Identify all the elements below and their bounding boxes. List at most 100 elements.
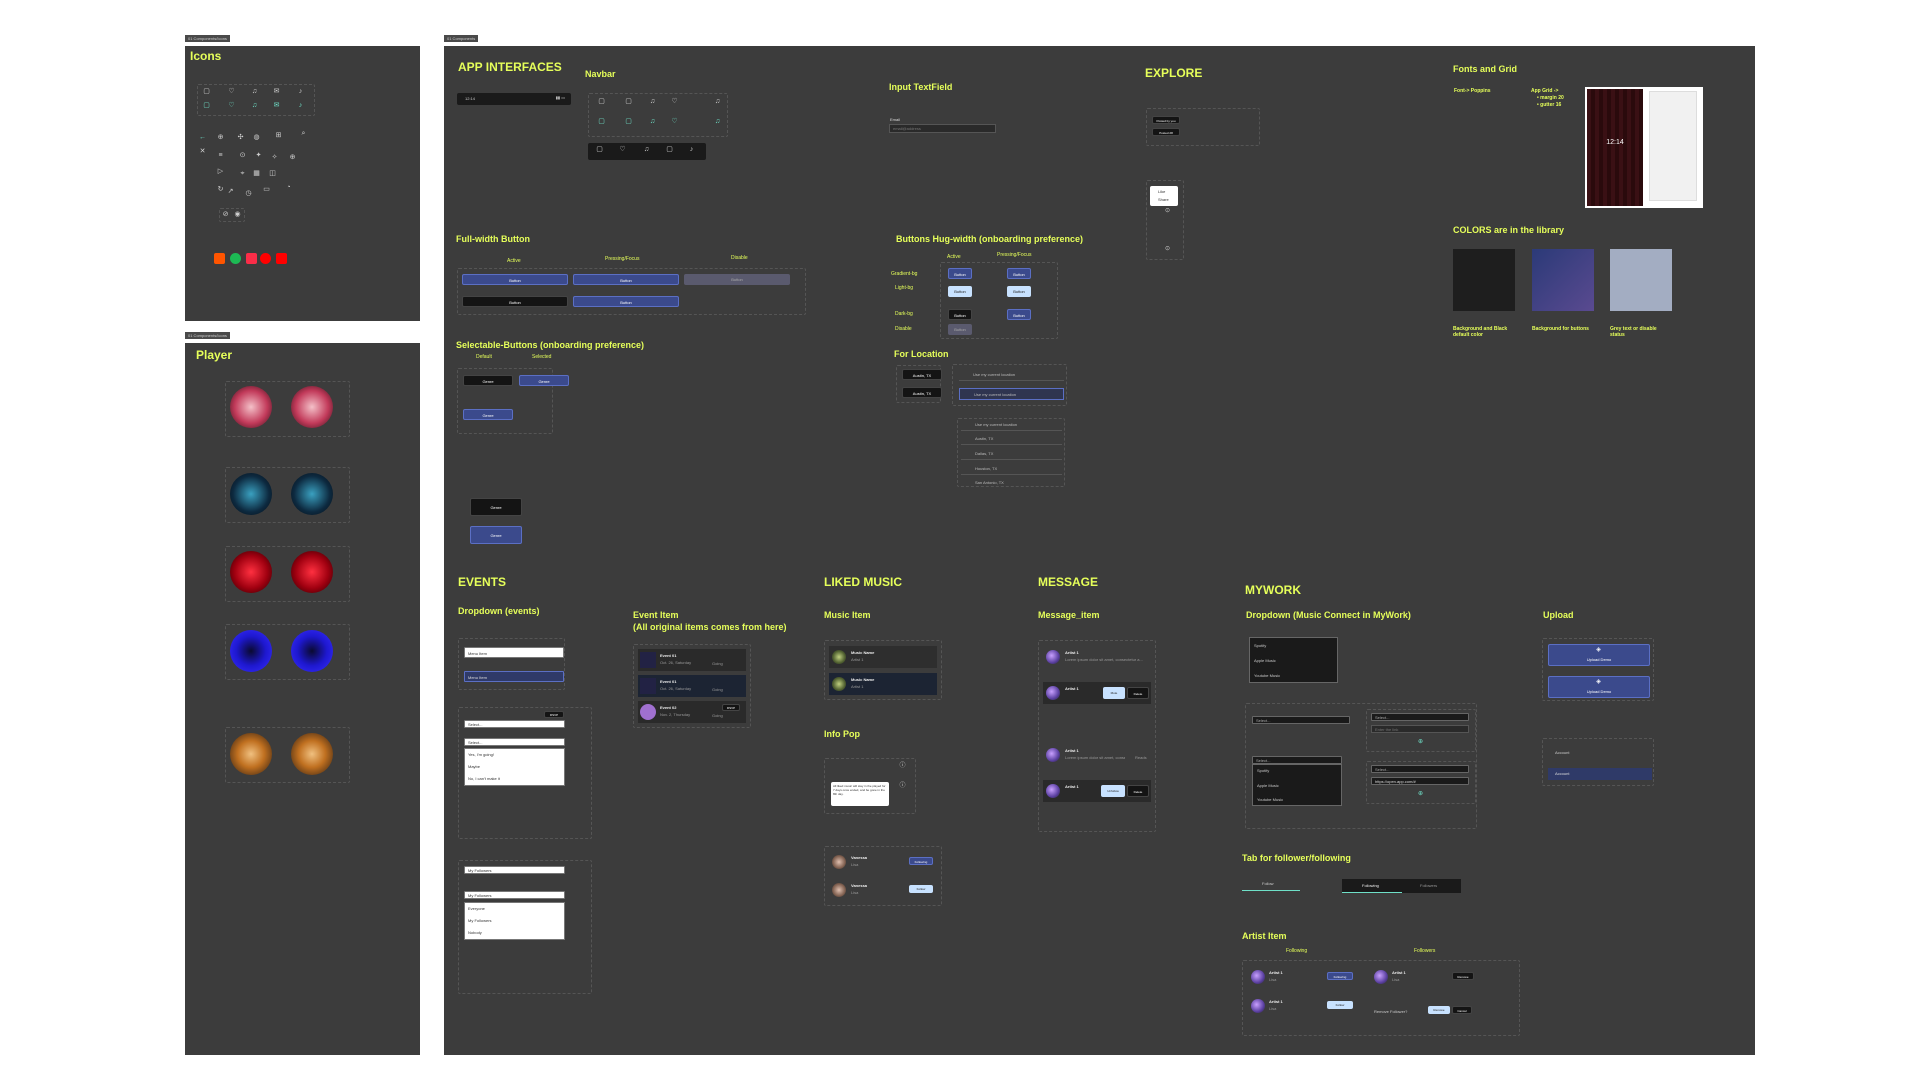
service-option[interactable]: Spotify: [1254, 643, 1266, 648]
hug-button-dark-focus[interactable]: Button: [1007, 309, 1031, 320]
menu-item[interactable]: Menu Item: [464, 647, 564, 658]
genre-music-button-selected[interactable]: Genre: [470, 526, 522, 544]
player-disc-pause[interactable]: [291, 733, 333, 775]
service-select[interactable]: Select...: [1371, 765, 1469, 773]
music-icon[interactable]: ♫: [643, 146, 650, 153]
info-icon[interactable]: ⓘ: [899, 763, 906, 770]
heart-icon[interactable]: ♡: [619, 146, 626, 153]
chat-icon[interactable]: ▢: [598, 98, 605, 105]
service-select-open[interactable]: Select...: [1252, 756, 1342, 764]
hug-button-gradient[interactable]: Button: [948, 268, 972, 279]
posted-by-you-chip[interactable]: Posted by you: [1152, 116, 1180, 124]
music-note-icon[interactable]: ♪: [688, 146, 695, 153]
email-field[interactable]: [889, 124, 996, 133]
delete-button[interactable]: Delete: [1127, 687, 1149, 699]
event-item[interactable]: Event 01 Oct. 26, Saturday Going: [638, 649, 746, 671]
event-item-selected[interactable]: Event 01 Oct. 26, Saturday Going: [638, 675, 746, 697]
message-item-swiped[interactable]: Artist 1 Unfollow Delete: [1043, 780, 1151, 802]
follow-item[interactable]: Vanessa Lisa Following: [829, 851, 937, 873]
service-option[interactable]: Youtube Music: [1254, 673, 1280, 678]
following-button[interactable]: Following: [909, 857, 933, 865]
follow-button[interactable]: Follow: [1327, 1001, 1353, 1009]
rsvp-select[interactable]: Select...: [464, 720, 565, 728]
location-item[interactable]: Austin, TX: [961, 433, 1062, 445]
rsvp-option[interactable]: No, I can't make it: [468, 776, 500, 781]
delete-button[interactable]: Delete: [1127, 785, 1149, 797]
account-row[interactable]: Account: [1555, 750, 1569, 755]
use-current-location-row-selected[interactable]: Use my current location: [959, 388, 1064, 400]
player-disc-play[interactable]: [230, 473, 272, 515]
unfollow-button[interactable]: Unfollow: [1101, 785, 1125, 797]
music-item-selected[interactable]: Music Name Artist 1: [829, 673, 937, 695]
heart-icon[interactable]: ♡: [671, 98, 678, 105]
heart-active-icon[interactable]: ♡: [671, 118, 678, 125]
like-menu-item[interactable]: Like: [1158, 189, 1165, 194]
follow-button[interactable]: Follow: [909, 885, 933, 893]
genre-music-button[interactable]: Genre: [470, 498, 522, 516]
location-item[interactable]: Dallas, TX: [961, 448, 1062, 460]
music-icon[interactable]: ♫: [714, 98, 721, 105]
dots-circle-icon[interactable]: ⊙: [1164, 208, 1171, 215]
followers-option[interactable]: My Followers: [468, 918, 492, 923]
chat-icon[interactable]: ▢: [596, 146, 603, 153]
player-disc-play[interactable]: [230, 386, 272, 428]
posted-chip[interactable]: Posted 28: [1152, 128, 1180, 136]
artist-item[interactable]: Artist 1 Lisa Following: [1249, 966, 1359, 988]
tab-single[interactable]: Follow: [1262, 881, 1274, 886]
follower-item[interactable]: Artist 1 Lisa Remove: [1372, 966, 1482, 988]
link-input[interactable]: [1371, 725, 1469, 733]
hug-button-gradient-focus[interactable]: Button: [1007, 268, 1031, 279]
tab-followers[interactable]: Followers: [1420, 883, 1437, 888]
message-icon[interactable]: ▢: [666, 146, 673, 153]
player-disc-pause[interactable]: [291, 630, 333, 672]
location-item[interactable]: Use my current location: [961, 419, 1062, 431]
service-option[interactable]: Youtube Music: [1257, 797, 1283, 802]
player-disc-pause[interactable]: [291, 386, 333, 428]
location-item[interactable]: Houston, TX: [961, 463, 1062, 475]
followers-option[interactable]: Nobody: [468, 930, 482, 935]
menu-item-selected[interactable]: Menu Item: [464, 671, 564, 682]
full-width-button-dark[interactable]: Button: [462, 296, 568, 307]
message-item[interactable]: Artist 1 Lorem ipsum dolor sit amet, con…: [1043, 744, 1151, 766]
player-disc-pause[interactable]: [291, 551, 333, 593]
genre-button-selected[interactable]: Genre: [519, 375, 569, 386]
remove-confirm-button[interactable]: Remove: [1428, 1006, 1450, 1014]
chat-active-icon[interactable]: ▢: [598, 118, 605, 125]
message-item-swiped[interactable]: Artist 1 Mute Delete: [1043, 682, 1151, 704]
service-select[interactable]: Select...: [1252, 716, 1350, 724]
link-value[interactable]: https://open.app.com/#: [1371, 777, 1469, 785]
cancel-button[interactable]: Cancel: [1452, 1006, 1472, 1014]
player-disc-play[interactable]: [230, 733, 272, 775]
service-select[interactable]: Select...: [1371, 713, 1469, 721]
chat-active-icon[interactable]: ▢: [625, 118, 632, 125]
follow-item[interactable]: Vanessa Lisa Follow: [829, 879, 937, 901]
mute-button[interactable]: Mute: [1103, 687, 1125, 699]
followers-option[interactable]: Everyone: [468, 906, 485, 911]
tab-following[interactable]: Following: [1362, 883, 1379, 888]
chat-icon[interactable]: ▢: [625, 98, 632, 105]
service-option[interactable]: Spotify: [1257, 768, 1269, 773]
remove-button[interactable]: Remove: [1452, 972, 1474, 980]
music-icon[interactable]: ♫: [649, 98, 656, 105]
followers-select-open[interactable]: My Followers: [464, 891, 565, 899]
event-item[interactable]: Event 02 Nov. 2, Thursday RSVP Going: [638, 701, 746, 723]
add-circle-icon[interactable]: ⊕: [1417, 739, 1424, 746]
rsvp-badge[interactable]: RSVP: [722, 704, 740, 711]
share-menu-item[interactable]: Share: [1158, 197, 1169, 202]
dots-circle-icon[interactable]: ⊙: [1164, 246, 1171, 253]
rsvp-select-open[interactable]: Select...: [464, 738, 565, 746]
following-button[interactable]: Following: [1327, 972, 1353, 980]
service-option[interactable]: Apple Music: [1257, 783, 1279, 788]
player-disc-pause[interactable]: [291, 473, 333, 515]
use-current-location-row[interactable]: Use my current location: [959, 369, 1064, 381]
service-option[interactable]: Apple Music: [1254, 658, 1276, 663]
full-width-button-active[interactable]: Button: [462, 274, 568, 285]
player-disc-play[interactable]: [230, 551, 272, 593]
add-circle-icon[interactable]: ⊕: [1417, 791, 1424, 798]
hug-button-light[interactable]: Button: [948, 286, 972, 297]
hug-button-dark[interactable]: Button: [948, 309, 972, 320]
player-disc-play[interactable]: [230, 630, 272, 672]
full-width-button-focus[interactable]: Button: [573, 274, 679, 285]
genre-button-default[interactable]: Genre: [463, 375, 513, 386]
rsvp-option[interactable]: Yes, I'm going!: [468, 752, 494, 757]
